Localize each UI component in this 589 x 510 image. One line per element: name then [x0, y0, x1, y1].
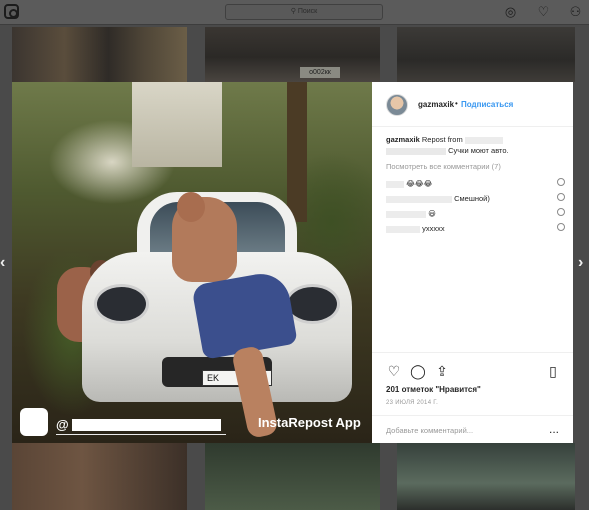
- watermark-avatar: [20, 408, 48, 436]
- grid-thumbnail[interactable]: [12, 27, 187, 82]
- like-heart-icon[interactable]: ♡: [386, 363, 402, 379]
- redacted-username: [386, 180, 404, 188]
- comments-list: gazmaxik Repost from Сучки моют авто. По…: [386, 135, 566, 233]
- caption: gazmaxik Repost from Сучки моют авто.: [386, 135, 566, 157]
- man-head: [177, 192, 205, 222]
- house-wall: [132, 82, 222, 167]
- redacted-text: [464, 136, 503, 144]
- redacted-username: [386, 225, 420, 233]
- follow-button[interactable]: Подписаться: [461, 100, 513, 109]
- heart-icon[interactable]: [557, 193, 565, 201]
- post-footer: ♡ ◯ ⇪ ▯ 201 отметок "Нравится" 23 ИЮЛЯ 2…: [372, 352, 573, 443]
- watermark-username: @: [56, 416, 221, 434]
- heart-icon[interactable]: [557, 223, 565, 231]
- redacted-username: [386, 210, 426, 218]
- grid-thumbnail[interactable]: [397, 27, 575, 82]
- view-all-comments-link[interactable]: Посмотреть все комментарии (7): [386, 162, 501, 171]
- next-post-arrow-icon[interactable]: ›: [578, 254, 583, 272]
- comment-text: Смешной): [454, 194, 490, 203]
- bookmark-icon[interactable]: ▯: [545, 363, 561, 379]
- avatar[interactable]: [386, 94, 408, 116]
- instagram-logo-icon[interactable]: [4, 4, 19, 19]
- comment-item: Смешной): [386, 193, 571, 205]
- post-header: gazmaxik • Подписаться: [372, 82, 573, 127]
- comment-bubble-icon[interactable]: ◯: [410, 363, 426, 379]
- caption-line-2: Сучки моют авто.: [386, 146, 561, 156]
- top-nav-bar: ⚲ Поиск ◎ ♡ ⚇: [0, 0, 589, 25]
- add-comment-input[interactable]: Добавьте комментарий...: [386, 426, 473, 435]
- post-username[interactable]: gazmaxik: [418, 100, 454, 109]
- search-input[interactable]: ⚲ Поиск: [225, 4, 383, 20]
- comment-text: уххххх: [422, 224, 445, 233]
- post-side-panel: gazmaxik • Подписаться gazmaxik Repost f…: [372, 82, 573, 443]
- heart-icon[interactable]: ♡: [536, 4, 551, 19]
- heart-icon[interactable]: [557, 178, 565, 186]
- caption-line-2-text: Сучки моют авто.: [448, 146, 509, 155]
- watermark-app-label: InstaRepost App: [258, 415, 361, 430]
- comment-item: уххххх: [386, 223, 571, 235]
- comment-item: 😃: [386, 208, 571, 220]
- redacted-text: [386, 147, 446, 155]
- redacted-username: [386, 195, 452, 203]
- separator-dot: •: [455, 99, 458, 108]
- license-plate: о002кк: [300, 67, 340, 78]
- comment-item: 😂😂😂: [386, 178, 571, 190]
- profile-icon[interactable]: ⚇: [568, 4, 583, 19]
- previous-post-arrow-icon[interactable]: ‹: [0, 254, 5, 272]
- share-icon[interactable]: ⇪: [434, 363, 450, 379]
- search-icon: ⚲: [290, 8, 298, 15]
- search-placeholder: Поиск: [297, 8, 318, 15]
- caption-username[interactable]: gazmaxik: [386, 135, 420, 144]
- comment-text: 😃: [428, 209, 436, 218]
- grid-thumbnail[interactable]: [12, 443, 187, 510]
- grid-thumbnail[interactable]: о002кк: [205, 27, 380, 82]
- caption-text: Repost from: [421, 135, 463, 144]
- redacted-name: [72, 419, 221, 431]
- heart-icon[interactable]: [557, 208, 565, 216]
- comment-text: 😂😂😂: [406, 179, 433, 188]
- car-headlight: [94, 284, 149, 324]
- more-options-icon[interactable]: ...: [549, 422, 559, 436]
- watermark-underline: [56, 434, 226, 435]
- grid-thumbnail[interactable]: [397, 443, 575, 510]
- compass-icon[interactable]: ◎: [503, 4, 518, 19]
- post-date: 23 ИЮЛЯ 2014 Г.: [386, 400, 439, 406]
- post-image[interactable]: EK @ InstaRepost App: [12, 82, 372, 443]
- grid-thumbnail[interactable]: [205, 443, 380, 510]
- add-comment-bar: Добавьте комментарий... ...: [372, 415, 573, 444]
- likes-count[interactable]: 201 отметок "Нравится": [386, 385, 481, 394]
- action-bar: ♡ ◯ ⇪ ▯: [386, 363, 561, 379]
